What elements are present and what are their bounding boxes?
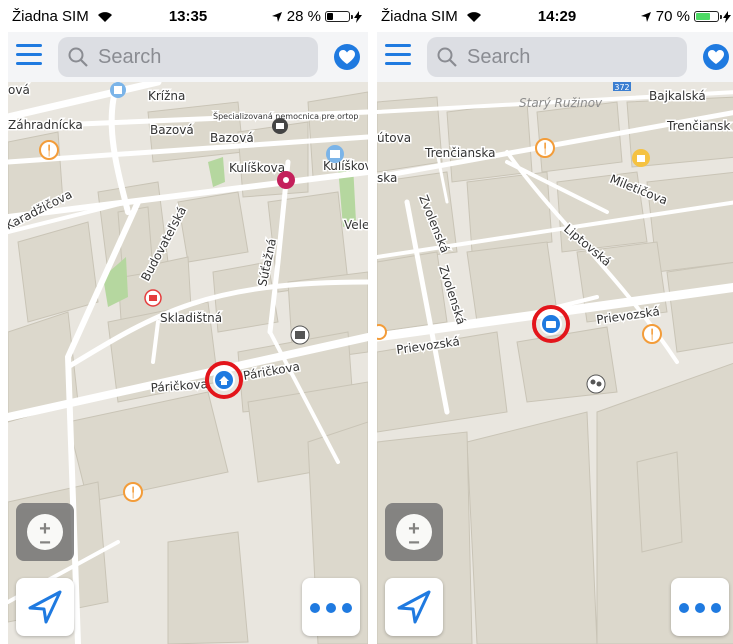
favorites-heart-icon bbox=[708, 50, 724, 64]
zoom-icon: + − bbox=[27, 514, 63, 553]
district-label: Starý Ružinov bbox=[519, 96, 603, 110]
street-label: Bazová bbox=[210, 131, 254, 145]
street-label: Vele bbox=[344, 218, 368, 232]
favorites-button[interactable] bbox=[703, 44, 729, 70]
street-label: ska bbox=[377, 171, 397, 185]
search-box[interactable] bbox=[58, 37, 318, 77]
location-button[interactable] bbox=[16, 578, 74, 636]
phone-screen-right: Žiadna SIM 14:29 70 % Search 372 Starý R… bbox=[377, 0, 733, 644]
location-button[interactable] bbox=[385, 578, 443, 636]
street-label: Bazová bbox=[150, 123, 194, 137]
zoom-button[interactable]: + − bbox=[16, 503, 74, 561]
battery-percent: 70 % bbox=[655, 8, 690, 25]
more-button[interactable] bbox=[302, 578, 360, 636]
street-label: Trenčiansk bbox=[666, 119, 730, 133]
menu-button[interactable] bbox=[16, 44, 44, 70]
street-label: Trenčianska bbox=[424, 146, 495, 160]
menu-icon bbox=[16, 44, 42, 47]
theatre-icon bbox=[277, 171, 295, 189]
street-label: Záhradnícka bbox=[8, 118, 83, 132]
menu-icon bbox=[385, 44, 411, 47]
charging-bolt-icon bbox=[723, 10, 731, 23]
street-label: Krížna bbox=[148, 89, 185, 103]
zoom-icon: + − bbox=[396, 514, 432, 553]
location-arrow-icon bbox=[271, 11, 282, 22]
favorites-button[interactable] bbox=[334, 44, 360, 70]
street-label: Skladištná bbox=[160, 311, 222, 325]
street-label: Špecializovaná nemocnica pre ortop bbox=[213, 110, 358, 121]
status-right: 28 % bbox=[271, 8, 362, 25]
battery-percent: 28 % bbox=[286, 8, 321, 25]
museum-icon bbox=[290, 325, 310, 345]
search-input[interactable] bbox=[98, 37, 308, 77]
street-label: útova bbox=[377, 131, 411, 145]
navigation-arrow-icon bbox=[397, 590, 431, 624]
street-label: ová bbox=[8, 83, 30, 97]
battery-icon bbox=[694, 11, 722, 22]
museum-icon bbox=[326, 145, 344, 163]
street-label: Kulíškova bbox=[229, 161, 285, 175]
road-badge: 372 bbox=[614, 83, 629, 92]
more-icon bbox=[679, 603, 721, 613]
community-icon bbox=[586, 374, 606, 394]
street-label: Bajkalská bbox=[649, 89, 706, 103]
more-button[interactable] bbox=[671, 578, 729, 636]
restaurant-icon bbox=[377, 324, 387, 340]
battery-icon bbox=[325, 11, 353, 22]
hospital-icon bbox=[110, 82, 126, 98]
navigation-arrow-icon bbox=[28, 590, 62, 624]
zoom-button[interactable]: + − bbox=[385, 503, 443, 561]
work-icon bbox=[546, 321, 556, 328]
status-right: 70 % bbox=[640, 8, 731, 25]
status-bar: Žiadna SIM 14:29 70 % bbox=[377, 0, 733, 32]
status-bar: Žiadna SIM 13:35 28 % bbox=[8, 0, 368, 32]
restaurant-icon: ╿ bbox=[123, 482, 143, 502]
menu-button[interactable] bbox=[385, 44, 413, 70]
hospital-icon bbox=[144, 289, 162, 307]
restaurant-icon: ╿ bbox=[39, 140, 59, 160]
search-input[interactable] bbox=[467, 37, 677, 77]
search-icon bbox=[68, 47, 88, 67]
top-bar bbox=[377, 32, 733, 82]
favorites-heart-icon bbox=[339, 50, 355, 64]
charging-bolt-icon bbox=[354, 10, 362, 23]
svg-text:╿: ╿ bbox=[130, 486, 136, 499]
top-bar bbox=[8, 32, 368, 82]
svg-text:╿: ╿ bbox=[46, 144, 52, 157]
search-box[interactable] bbox=[427, 37, 687, 77]
search-icon bbox=[437, 47, 457, 67]
location-arrow-icon bbox=[640, 11, 651, 22]
more-icon bbox=[310, 603, 352, 613]
svg-text:╿: ╿ bbox=[649, 328, 655, 341]
like-icon bbox=[632, 149, 650, 167]
restaurant-icon: ╿ bbox=[642, 324, 662, 344]
restaurant-icon: ╿ bbox=[535, 138, 555, 158]
restaurant-icon bbox=[272, 118, 288, 134]
phone-screen-left: Žiadna SIM 13:35 28 % Search ová Krížna … bbox=[8, 0, 368, 644]
svg-text:╿: ╿ bbox=[542, 142, 548, 155]
